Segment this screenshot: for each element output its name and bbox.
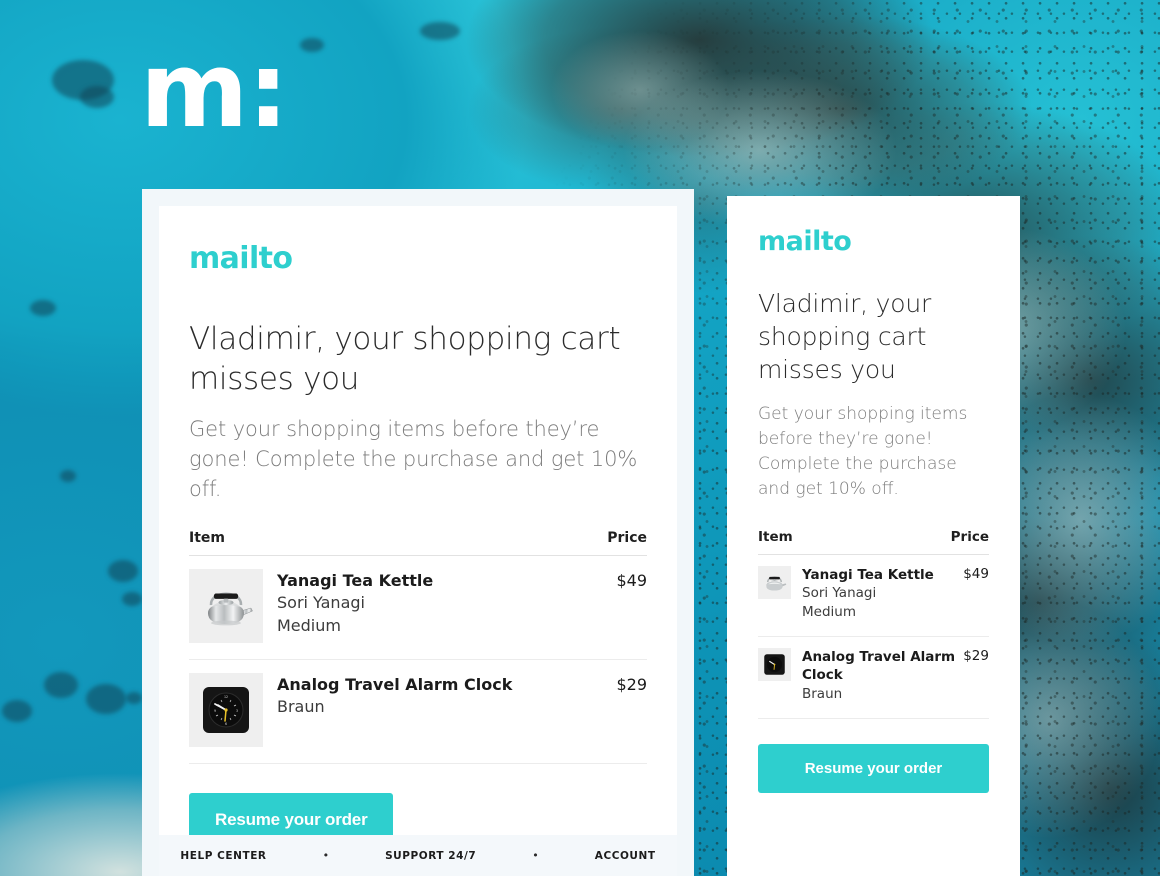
mobile-email-card: mailto Vladimir, your shopping cart miss… bbox=[727, 196, 1020, 876]
product-thumbnail-tea-kettle bbox=[189, 568, 263, 643]
email-brand-mailto: mailto bbox=[189, 241, 293, 276]
mobile-product-size: Medium bbox=[802, 604, 856, 620]
mobile-email-headline: Vladimir, your shopping cart misses you bbox=[758, 289, 932, 384]
mobile-resume-order-button[interactable]: Resume your order bbox=[758, 743, 989, 793]
product-brand: Braun bbox=[277, 696, 325, 716]
footer-link-support[interactable]: SUPPORT 24/7 bbox=[385, 850, 476, 862]
alarm-clock-icon: 12 3 6 9 bbox=[189, 672, 263, 747]
table-row[interactable]: 12 3 6 9 Analog Travel Alarm Clock Braun … bbox=[189, 660, 647, 764]
cart-table-header: Item Price bbox=[189, 530, 647, 556]
product-size: Medium bbox=[277, 615, 341, 635]
product-price: $29 bbox=[616, 674, 647, 694]
desktop-email-card: mailto Vladimir, your shopping cart miss… bbox=[142, 189, 694, 876]
mobile-product-brand: Sori Yanagi bbox=[802, 584, 877, 601]
footer-link-account[interactable]: ACCOUNT bbox=[595, 850, 656, 862]
table-row[interactable]: Analog Travel Alarm Clock Braun $29 bbox=[758, 637, 989, 719]
product-details: Yanagi Tea Kettle Sori Yanagi Medium bbox=[263, 569, 616, 637]
mobile-product-name: Analog Travel Alarm Clock bbox=[802, 649, 956, 684]
svg-text:3: 3 bbox=[236, 709, 238, 713]
mobile-email-subtext: Get your shopping items before they’re g… bbox=[758, 404, 968, 500]
tea-kettle-icon bbox=[189, 568, 263, 643]
mobile-product-name: Yanagi Tea Kettle bbox=[802, 566, 934, 583]
footer-separator-dot: • bbox=[322, 849, 330, 862]
mobile-column-header-price: Price bbox=[950, 528, 989, 545]
mobile-cart-table-header: Item Price bbox=[758, 529, 989, 555]
mobile-column-header-item: Item bbox=[758, 528, 793, 545]
product-name: Analog Travel Alarm Clock bbox=[277, 674, 513, 694]
product-thumbnail-alarm-clock: 12 3 6 9 bbox=[189, 672, 263, 747]
email-template-preview: m: mailto Vladimir, your shopping cart m… bbox=[0, 0, 1160, 876]
mobile-product-details: Yanagi Tea Kettle Sori Yanagi Medium bbox=[791, 566, 963, 623]
footer-link-help-center[interactable]: HELP CENTER bbox=[180, 850, 266, 862]
alarm-clock-icon bbox=[758, 648, 791, 682]
svg-text:9: 9 bbox=[214, 709, 216, 713]
column-header-price: Price bbox=[607, 529, 647, 546]
desktop-email-body: mailto Vladimir, your shopping cart miss… bbox=[159, 206, 677, 876]
svg-text:12: 12 bbox=[224, 695, 228, 699]
column-header-item: Item bbox=[189, 529, 225, 546]
email-subtext: Get your shopping items before they’re g… bbox=[189, 417, 638, 501]
tea-kettle-icon bbox=[758, 565, 791, 599]
email-headline: Vladimir, your shopping cart misses you bbox=[189, 321, 621, 397]
mobile-product-brand: Braun bbox=[802, 685, 843, 702]
mobile-product-price: $49 bbox=[963, 565, 989, 582]
product-price: $49 bbox=[616, 570, 647, 590]
footer-separator-dot: • bbox=[532, 849, 539, 862]
mobile-email-brand-mailto: mailto bbox=[758, 226, 852, 257]
mobile-product-thumbnail-alarm-clock bbox=[758, 648, 791, 682]
cart-items-table: Item Price Yanagi Tea Kettle Sori Yanagi… bbox=[189, 530, 647, 764]
mobile-product-thumbnail-tea-kettle bbox=[758, 565, 791, 599]
product-name: Yanagi Tea Kettle bbox=[277, 570, 434, 590]
mobile-product-details: Analog Travel Alarm Clock Braun bbox=[791, 648, 963, 704]
table-row[interactable]: Yanagi Tea Kettle Sori Yanagi Medium $49 bbox=[189, 556, 647, 660]
product-brand: Sori Yanagi bbox=[277, 592, 365, 612]
svg-text:6: 6 bbox=[225, 722, 227, 726]
table-row[interactable]: Yanagi Tea Kettle Sori Yanagi Medium $49 bbox=[758, 555, 989, 638]
product-details: Analog Travel Alarm Clock Braun bbox=[263, 673, 616, 718]
mailto-logo-wordmark: m: bbox=[140, 29, 289, 151]
mobile-cart-items-table: Item Price Yanagi Tea Kettle Sori Yanagi… bbox=[758, 529, 989, 719]
email-footer: HELP CENTER • SUPPORT 24/7 • ACCOUNT bbox=[159, 835, 677, 876]
mobile-product-price: $29 bbox=[963, 648, 989, 665]
